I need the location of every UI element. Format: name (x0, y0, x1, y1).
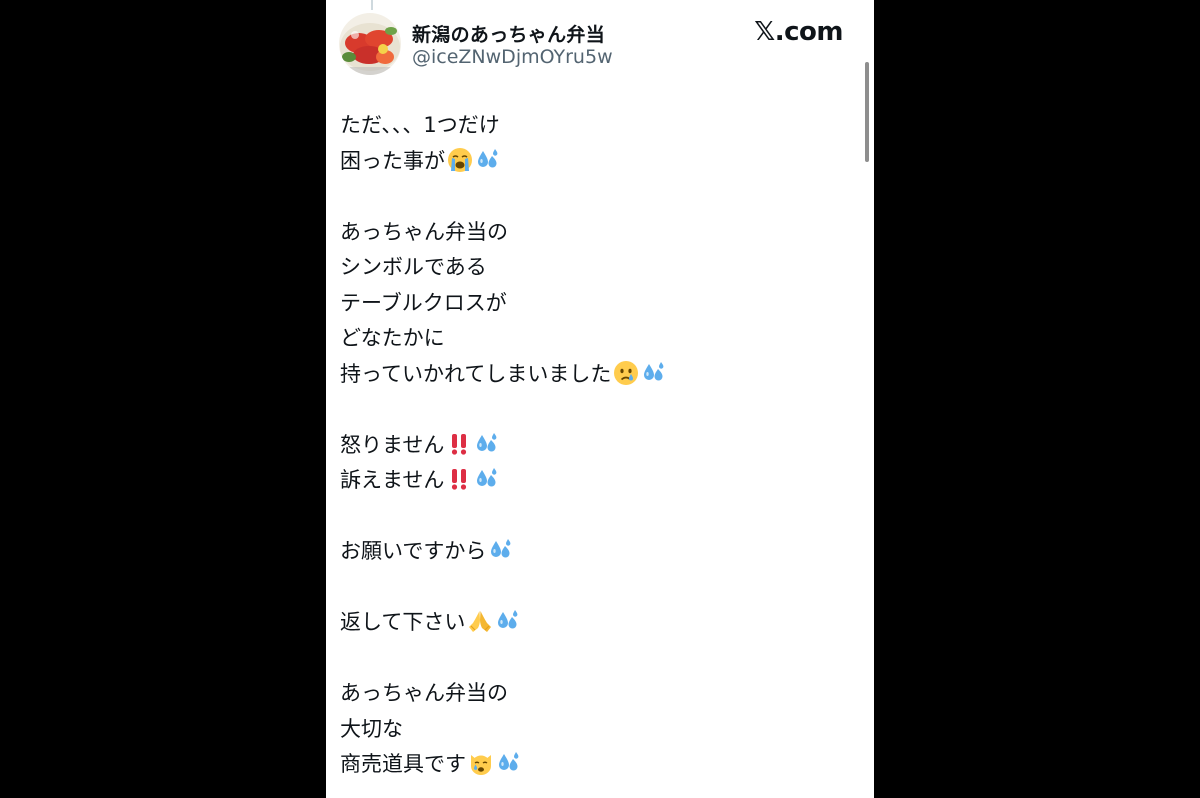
sweat-droplets-emoji (488, 537, 514, 563)
post-line-text: あっちゃん弁当の (340, 219, 508, 244)
user-handle[interactable]: @iceZNwDjmOYru5w (412, 46, 613, 68)
post-text-line: あっちゃん弁当の (340, 676, 860, 712)
post-text-line: 商売道具です (340, 747, 860, 783)
sweat-droplets-emoji (495, 608, 521, 634)
post-line-text: 持っていかれてしまいました (340, 361, 612, 386)
folded-hands-emoji (467, 608, 493, 634)
post-line-text: 大切な (340, 716, 403, 741)
x-site-logo[interactable]: 𝕏.com (754, 17, 843, 47)
sweat-droplets-emoji (496, 750, 522, 776)
post-line-text: 訴えません (340, 468, 445, 492)
crying-face-emoji (613, 360, 639, 386)
sweat-droplets-emoji (474, 431, 500, 457)
post-text-line: 大切な (340, 712, 860, 748)
post-text-line: テーブルクロスが (340, 286, 860, 322)
avatar-food-photo-icon (339, 13, 401, 75)
loudly-crying-face-emoji (447, 147, 473, 173)
post-text-line: シンボルである (340, 250, 860, 286)
post-line-text: 困った事が (340, 148, 445, 173)
post-line-text: テーブルクロスが (340, 290, 507, 315)
scrollbar-thumb[interactable] (865, 62, 869, 162)
thread-connector-line (371, 0, 373, 10)
post-text-line: 返して下さい (340, 605, 860, 641)
post-text-line: どなたかに (340, 321, 860, 357)
post-text-line: 訴えません (340, 463, 860, 499)
display-name[interactable]: 新潟のあっちゃん弁当 (412, 20, 605, 47)
post-line-text: シンボルである (340, 255, 487, 279)
avatar[interactable] (339, 13, 401, 75)
post-text-line: 困った事が (340, 144, 860, 180)
post-line-text: 商売道具です (340, 752, 466, 776)
sweat-droplets-emoji (474, 466, 500, 492)
post-text: ただ、、、1つだけ 困った事があっちゃん弁当の シンボルである テーブルクロスが どなた… (340, 108, 860, 783)
post-line-text: ただ、、、1つだけ (340, 113, 500, 137)
post-line-text: あっちゃん弁当の (340, 681, 508, 705)
sweat-droplets-emoji (475, 147, 501, 173)
post-text-line: 持っていかれてしまいました (340, 357, 860, 393)
post-text-line: 怒りません (340, 428, 860, 464)
post-line-text: お願いですから (340, 539, 487, 563)
post-text-line: お願いですから (340, 534, 860, 570)
double-exclamation-emoji (446, 431, 472, 457)
post-text-line: あっちゃん弁当の (340, 215, 860, 251)
post-line-text: どなたかに (340, 326, 445, 350)
post-line-text: 怒りません (340, 432, 445, 457)
post-text-line: ただ、、、1つだけ (340, 108, 860, 144)
sweat-droplets-emoji (641, 360, 667, 386)
double-exclamation-emoji (446, 466, 472, 492)
crying-cat-face-emoji (468, 750, 494, 776)
post-line-text: 返して下さい (340, 610, 466, 634)
post-panel: 新潟のあっちゃん弁当 @iceZNwDjmOYru5w 𝕏.com ただ、、、1… (326, 0, 874, 798)
